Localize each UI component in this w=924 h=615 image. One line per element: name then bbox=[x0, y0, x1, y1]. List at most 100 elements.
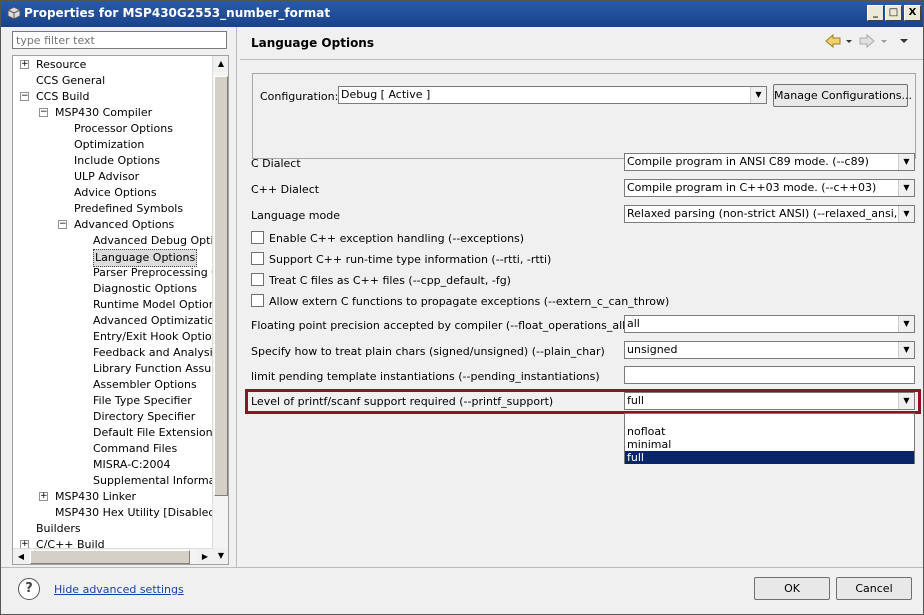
exceptions-label[interactable]: Enable C++ exception handling (--excepti… bbox=[269, 232, 524, 245]
tree-item-label: MSP430 Compiler bbox=[55, 106, 153, 119]
tree-item-label: Advice Options bbox=[74, 186, 157, 199]
tree-item-label: Predefined Symbols bbox=[74, 202, 184, 215]
tree-vertical-scrollbar[interactable]: ▲ ▼ bbox=[212, 56, 228, 564]
tree-item-label: ULP Advisor bbox=[74, 170, 140, 183]
float-ops-combo[interactable]: all ▼ bbox=[624, 315, 915, 333]
plain-char-value: unsigned bbox=[627, 343, 678, 356]
cpp-default-checkbox[interactable] bbox=[251, 273, 264, 286]
scroll-down-icon[interactable]: ▼ bbox=[213, 548, 228, 564]
printf-option-full[interactable]: full bbox=[625, 451, 914, 464]
pending-inst-label: limit pending template instantiations (-… bbox=[251, 370, 600, 383]
printf-option-nofloat[interactable]: nofloat bbox=[625, 425, 914, 438]
plain-char-combo[interactable]: unsigned ▼ bbox=[624, 341, 915, 359]
dropdown-arrow-icon[interactable]: ▼ bbox=[750, 87, 766, 103]
back-arrow-icon[interactable] bbox=[825, 33, 841, 49]
scroll-left-icon[interactable]: ◀ bbox=[13, 549, 29, 564]
rtti-label[interactable]: Support C++ run-time type information (-… bbox=[269, 253, 551, 266]
minimize-button[interactable]: _ bbox=[867, 5, 884, 21]
h-scroll-thumb[interactable] bbox=[30, 550, 190, 564]
dropdown-arrow-icon[interactable]: ▼ bbox=[898, 342, 914, 358]
expand-icon[interactable]: + bbox=[39, 492, 48, 501]
collapse-icon[interactable]: − bbox=[20, 92, 29, 101]
tree-item-label: Advanced Debug Options bbox=[93, 234, 229, 247]
configuration-value: Debug [ Active ] bbox=[341, 88, 431, 101]
float-ops-value: all bbox=[627, 317, 640, 330]
extern-c-label[interactable]: Allow extern C functions to propagate ex… bbox=[269, 295, 669, 308]
tree-item-label: Feedback and Analysis Options bbox=[93, 346, 228, 359]
printf-support-combo[interactable]: full ▼ bbox=[624, 392, 915, 410]
pending-inst-input[interactable] bbox=[624, 366, 915, 384]
cpp-dialect-label: C++ Dialect bbox=[251, 183, 320, 196]
tree-item-label: Entry/Exit Hook Options bbox=[93, 330, 225, 343]
tree-horizontal-scrollbar[interactable]: ◀ ▶ bbox=[13, 548, 213, 564]
tree-item-label: Builders bbox=[36, 522, 81, 535]
rtti-checkbox[interactable] bbox=[251, 252, 264, 265]
c-dialect-combo[interactable]: Compile program in ANSI C89 mode. (--c89… bbox=[624, 153, 915, 171]
extern-c-checkbox[interactable] bbox=[251, 294, 264, 307]
window-title: Properties for MSP430G2553_number_format bbox=[24, 6, 331, 20]
printf-option-minimal[interactable]: minimal bbox=[625, 438, 914, 451]
forward-menu-chevron-icon[interactable] bbox=[881, 40, 887, 43]
cpp-dialect-value: Compile program in C++03 mode. (--c++03) bbox=[627, 181, 877, 194]
collapse-icon[interactable]: − bbox=[39, 108, 48, 117]
tree-item-label: Diagnostic Options bbox=[93, 282, 198, 295]
cancel-button[interactable]: Cancel bbox=[836, 577, 912, 600]
tree-item-label: Advanced Options bbox=[74, 218, 175, 231]
c-dialect-label: C Dialect bbox=[251, 157, 301, 170]
cpp-dialect-combo[interactable]: Compile program in C++03 mode. (--c++03)… bbox=[624, 179, 915, 197]
manage-configurations-button[interactable]: Manage Configurations... bbox=[773, 84, 912, 107]
expand-icon[interactable]: + bbox=[20, 60, 29, 69]
settings-panel: Language Options Configuration: Debug [ … bbox=[240, 27, 923, 567]
configuration-combo[interactable]: Debug [ Active ] ▼ bbox=[338, 86, 767, 104]
forward-arrow-icon[interactable] bbox=[859, 33, 875, 49]
dialog-footer: ? Hide advanced settings OK Cancel bbox=[1, 567, 923, 614]
tree-item-label: Optimization bbox=[74, 138, 145, 151]
tree-item-label: Command Files bbox=[93, 442, 178, 455]
property-tree: + Resource CCS General − CCS Build − MSP430 Co… bbox=[12, 55, 229, 565]
ok-button[interactable]: OK bbox=[754, 577, 830, 600]
tree-item-label: File Type Specifier bbox=[93, 394, 192, 407]
configuration-label: Configuration: bbox=[260, 90, 339, 103]
scroll-right-icon[interactable]: ▶ bbox=[197, 549, 213, 564]
hide-advanced-settings-link[interactable]: Hide advanced settings bbox=[54, 583, 184, 596]
tree-item-label: Include Options bbox=[74, 154, 160, 167]
float-ops-label: Floating point precision accepted by com… bbox=[251, 319, 659, 332]
maximize-button[interactable]: □ bbox=[885, 5, 902, 21]
close-button[interactable]: X bbox=[904, 5, 921, 21]
tree-item-label: Supplemental Information bbox=[93, 474, 229, 487]
tree-item-label: MSP430 Linker bbox=[55, 490, 137, 503]
tree-item-label: Parser Preprocessing Options bbox=[93, 266, 228, 279]
printf-support-label: Level of printf/scanf support required (… bbox=[251, 395, 554, 408]
dropdown-arrow-icon[interactable]: ▼ bbox=[898, 180, 914, 196]
tree-item-label: Runtime Model Options bbox=[93, 298, 222, 311]
navigation-arrows bbox=[825, 33, 908, 49]
collapse-icon[interactable]: − bbox=[58, 220, 67, 229]
header-separator bbox=[240, 59, 923, 60]
view-menu-chevron-icon[interactable] bbox=[900, 39, 908, 43]
printf-support-value: full bbox=[627, 394, 644, 407]
tree-item-label: Processor Options bbox=[74, 122, 173, 135]
c-dialect-value: Compile program in ANSI C89 mode. (--c89… bbox=[627, 155, 869, 168]
back-menu-chevron-icon[interactable] bbox=[846, 40, 852, 43]
printf-support-dropdown-list: nofloat minimal full bbox=[624, 413, 915, 464]
tree-item-label: MSP430 Hex Utility [Disabled] bbox=[55, 506, 220, 519]
dropdown-arrow-icon[interactable]: ▼ bbox=[898, 393, 914, 409]
tree-item-label: Resource bbox=[36, 58, 87, 71]
dropdown-arrow-icon[interactable]: ▼ bbox=[898, 154, 914, 170]
navigation-panel: +ResourceCCS General−CCS Build−MSP430 Co… bbox=[1, 27, 236, 567]
tree-item-label: CCS General bbox=[36, 74, 106, 87]
cpp-default-label[interactable]: Treat C files as C++ files (--cpp_defaul… bbox=[269, 274, 511, 287]
dropdown-arrow-icon[interactable]: ▼ bbox=[898, 206, 914, 222]
dropdown-arrow-icon[interactable]: ▼ bbox=[898, 316, 914, 332]
scroll-thumb[interactable] bbox=[214, 76, 228, 496]
filter-input[interactable] bbox=[12, 31, 227, 49]
scroll-up-icon[interactable]: ▲ bbox=[213, 56, 228, 72]
tree-item-label: Default File Extensions bbox=[93, 426, 219, 439]
help-icon[interactable]: ? bbox=[18, 578, 40, 600]
exceptions-checkbox[interactable] bbox=[251, 231, 264, 244]
title-bar: Properties for MSP430G2553_number_format… bbox=[1, 1, 923, 27]
configuration-group: Configuration: Debug [ Active ] ▼ Manage… bbox=[252, 73, 916, 159]
tree-item-label: Library Function Assumptions bbox=[93, 362, 228, 375]
app-cube-icon bbox=[7, 6, 21, 20]
language-mode-combo[interactable]: Relaxed parsing (non-strict ANSI) (--rel… bbox=[624, 205, 915, 223]
